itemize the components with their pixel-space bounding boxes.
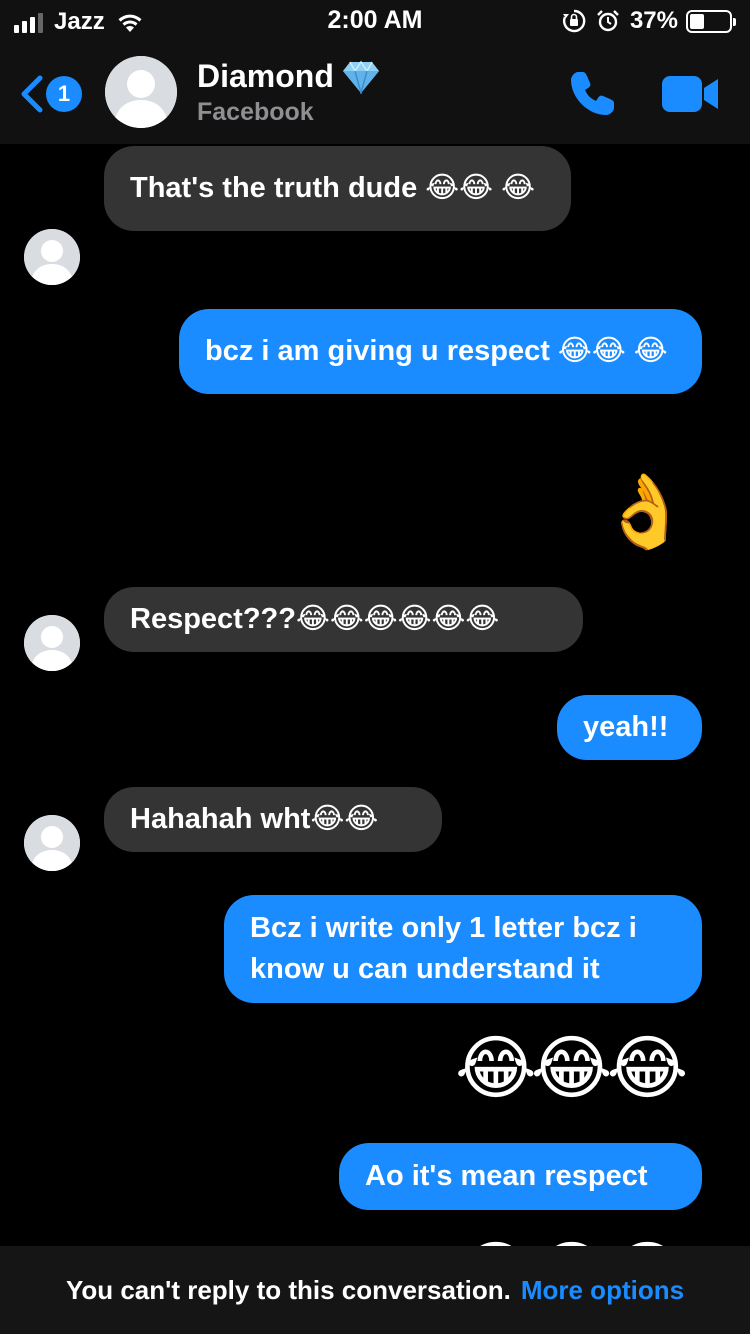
incoming-message[interactable]: Respect???😂😂😂😂😂😂 bbox=[104, 587, 583, 652]
outgoing-emoji-message[interactable]: 👌 bbox=[600, 470, 690, 554]
contact-subtitle: Facebook bbox=[197, 98, 314, 126]
outgoing-message[interactable]: yeah!! bbox=[557, 695, 702, 760]
battery-percent: 37% bbox=[629, 7, 678, 34]
status-bar: Jazz 2:00 AM 37% bbox=[0, 0, 750, 42]
gem-icon bbox=[342, 60, 379, 94]
video-camera-icon[interactable] bbox=[660, 72, 720, 116]
sender-avatar bbox=[24, 815, 80, 871]
outgoing-emoji-message[interactable]: 😂😂😂 bbox=[455, 1232, 682, 1246]
outgoing-message[interactable]: bcz i am giving u respect 😂😂 😂 bbox=[179, 309, 702, 394]
conversation-header: 1 Diamond Facebook bbox=[0, 42, 750, 144]
back-button[interactable]: 1 bbox=[18, 72, 88, 116]
more-options-link[interactable]: More options bbox=[521, 1275, 684, 1306]
alarm-icon bbox=[597, 10, 619, 32]
battery-icon bbox=[686, 9, 736, 33]
outgoing-emoji-message[interactable]: 😂😂😂 bbox=[455, 1026, 688, 1110]
outgoing-message[interactable]: Bcz i write only 1 letter bcz i know u c… bbox=[224, 895, 702, 1003]
sender-avatar bbox=[24, 615, 80, 671]
unread-badge: 1 bbox=[46, 76, 82, 112]
incoming-message[interactable]: That's the truth dude 😂😂 😂 bbox=[104, 146, 571, 231]
orientation-lock-icon bbox=[562, 9, 586, 33]
phone-icon[interactable] bbox=[566, 68, 618, 120]
back-chevron-icon bbox=[21, 75, 43, 113]
outgoing-message[interactable]: Ao it's mean respect bbox=[339, 1143, 702, 1210]
contact-name-text: Diamond bbox=[197, 58, 334, 94]
person-silhouette-icon bbox=[105, 56, 177, 128]
contact-name[interactable]: Diamond bbox=[197, 58, 380, 95]
incoming-message[interactable]: Hahahah wht😂😂 bbox=[104, 787, 442, 852]
reply-disabled-notice: You can't reply to this conversation. bbox=[65, 1274, 511, 1305]
status-right: 37% bbox=[562, 7, 736, 35]
contact-avatar[interactable] bbox=[105, 56, 177, 128]
battery-fill bbox=[690, 13, 705, 29]
sender-avatar bbox=[24, 229, 80, 285]
reply-disabled-banner: You can't reply to this conversation. Mo… bbox=[0, 1246, 750, 1334]
